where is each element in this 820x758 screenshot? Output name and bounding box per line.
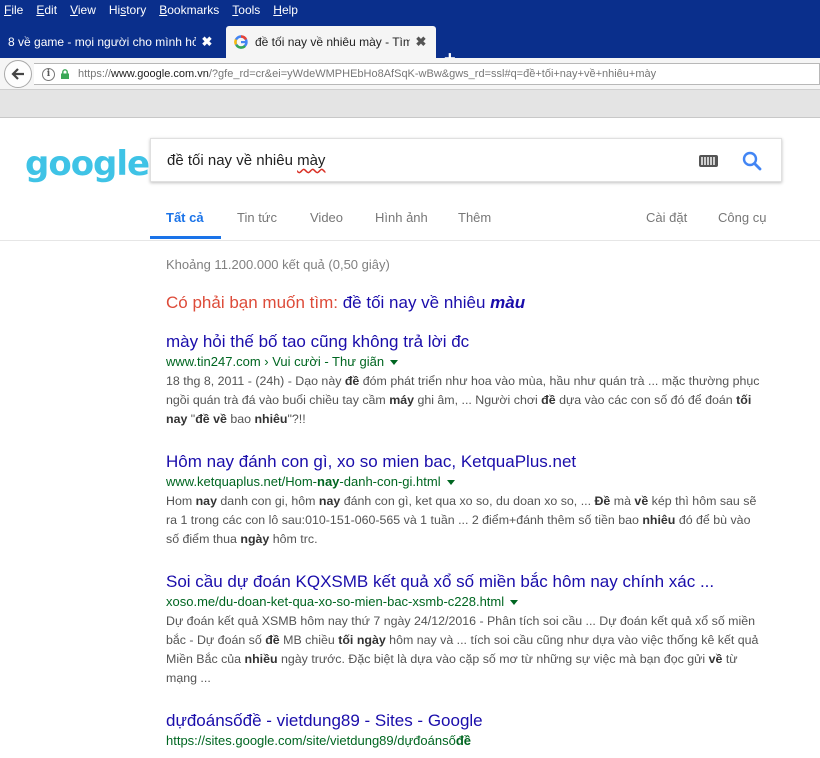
google-logo[interactable]: google <box>25 144 150 184</box>
result-item: mày hỏi thế bố tao cũng không trả lời đc… <box>166 332 776 429</box>
dropdown-caret-icon[interactable] <box>510 600 519 606</box>
did-you-mean-bold-text: màu <box>490 293 526 312</box>
menu-item-label: dit <box>44 3 58 17</box>
tab-tools[interactable]: Công cụ <box>718 210 766 225</box>
menu-item[interactable]: View <box>70 3 96 17</box>
result-item: Hôm nay đánh con gì, xo so mien bac, Ket… <box>166 452 776 549</box>
google-header: google đề tối nay về nhiêu mày Tất cả Ti… <box>0 118 820 241</box>
menu-item-label: H <box>273 3 282 17</box>
url-text: https://www.google.com.vn/?gfe_rd=cr&ei=… <box>78 68 656 80</box>
dropdown-caret-icon[interactable] <box>390 360 399 366</box>
info-icon[interactable]: i <box>42 67 55 81</box>
menu-item[interactable]: Tools <box>232 3 260 17</box>
tab-active-title: đề tối nay về nhiêu mày - Tìm ... <box>255 35 410 49</box>
google-favicon-icon <box>234 35 248 49</box>
menu-item-label: elp <box>281 3 298 17</box>
result-title[interactable]: dựđoánsốđề - vietdung89 - Sites - Google <box>166 711 776 731</box>
menu-item-label: Hi <box>108 3 121 17</box>
navigation-bar: i https://www.google.com.vn/?gfe_rd=cr&e… <box>0 58 820 90</box>
did-you-mean-text: đề tối nay về nhiêu <box>342 293 486 312</box>
result-item: dựđoánsốđề - vietdung89 - Sites - Google… <box>166 711 776 749</box>
result-title[interactable]: Hôm nay đánh con gì, xo so mien bac, Ket… <box>166 452 776 472</box>
result-snippet: Hom nay danh con gi, hôm nay đánh con gì… <box>166 494 757 546</box>
result-url[interactable]: xoso.me/du-doan-ket-qua-xo-so-mien-bac-x… <box>166 593 776 610</box>
tab-close-icon[interactable]: ✖ <box>200 34 214 50</box>
url-path: /?gfe_rd=cr&ei=yWdeWMPHEbHo8AfSqK-wBw&gw… <box>208 68 657 80</box>
search-input[interactable]: đề tối nay về nhiêu mày <box>167 152 325 169</box>
search-tabs: Tất cả Tin tức Video Hình ảnh Thêm Cài đ… <box>150 208 790 240</box>
back-arrow-glyph <box>11 68 24 80</box>
tab-news[interactable]: Tin tức <box>237 210 277 225</box>
menu-item-label: ookmarks <box>167 3 220 17</box>
result-snippet: 18 thg 8, 2011 - (24h) - Dạo này đề đóm … <box>166 374 760 426</box>
menu-item[interactable]: Edit <box>36 3 57 17</box>
result-url[interactable]: https://sites.google.com/site/vietdung89… <box>166 732 776 749</box>
tab-close-icon[interactable]: ✖ <box>414 34 428 50</box>
tab-strip: 8 về game - mọi người cho mình hỏi... ✖ … <box>0 20 820 69</box>
did-you-mean-label: Có phải bạn muốn tìm: <box>166 293 338 312</box>
tab-inactive-title: 8 về game - mọi người cho mình hỏi... <box>8 35 196 49</box>
back-arrow-icon[interactable] <box>4 60 32 88</box>
result-item: Soi cầu dự đoán KQXSMB kết quả xổ số miề… <box>166 572 776 688</box>
tab-inactive[interactable]: 8 về game - mọi người cho mình hỏi... ✖ <box>0 26 222 58</box>
search-query-text: đề tối nay về nhiêu <box>167 152 298 169</box>
menu-item-label: V <box>70 3 78 17</box>
menu-item[interactable]: File <box>4 3 23 17</box>
keyboard-icon[interactable] <box>699 155 718 167</box>
tab-settings[interactable]: Cài đặt <box>646 210 687 225</box>
menu-item-label: tory <box>126 3 147 17</box>
menu-item[interactable]: Help <box>273 3 298 17</box>
tab-video[interactable]: Video <box>310 210 343 225</box>
did-you-mean-link[interactable]: đề tối nay về nhiêu màu <box>343 293 525 312</box>
lock-icon <box>61 69 69 79</box>
result-url-text: www.ketquaplus.net/Hom-nay-danh-con-gi.h… <box>166 474 441 489</box>
did-you-mean: Có phải bạn muốn tìm: đề tối nay về nhiê… <box>166 293 525 313</box>
menu-item-label: iew <box>77 3 96 17</box>
menu-item[interactable]: Bookmarks <box>159 3 219 17</box>
result-snippet: Dự đoán kết quả XSMB hôm nay thứ 7 ngày … <box>166 614 759 685</box>
active-tab-underline <box>150 236 221 239</box>
result-url-text: https://sites.google.com/site/vietdung89… <box>166 733 471 748</box>
url-scheme: https:// <box>78 68 112 80</box>
bookmarks-toolbar <box>0 90 820 118</box>
address-bar[interactable]: i https://www.google.com.vn/?gfe_rd=cr&e… <box>34 63 820 85</box>
menu-item-label: ools <box>238 3 261 17</box>
result-url[interactable]: www.tin247.com › Vui cười - Thư giãn <box>166 353 776 370</box>
result-stats: Khoảng 11.200.000 kết quả (0,50 giây) <box>166 257 390 272</box>
menu-item[interactable]: History <box>109 3 146 17</box>
result-url-text: www.tin247.com › Vui cười - Thư giãn <box>166 354 385 369</box>
result-url-text: xoso.me/du-doan-ket-qua-xo-so-mien-bac-x… <box>166 594 505 609</box>
menu-item-label: ile <box>11 3 24 17</box>
result-title[interactable]: mày hỏi thế bố tao cũng không trả lời đc <box>166 332 776 352</box>
url-host: www.google.com.vn <box>111 68 209 80</box>
search-box[interactable]: đề tối nay về nhiêu mày <box>150 138 782 182</box>
dropdown-caret-icon[interactable] <box>446 480 455 486</box>
result-url[interactable]: www.ketquaplus.net/Hom-nay-danh-con-gi.h… <box>166 473 776 490</box>
search-query-misspelled: mày <box>297 152 326 169</box>
result-title[interactable]: Soi cầu dự đoán KQXSMB kết quả xổ số miề… <box>166 572 776 592</box>
browser-chrome: File Edit View History Bookmarks Tools Help 8 … <box>0 0 820 118</box>
tab-active[interactable]: đề tối nay về nhiêu mày - Tìm ... ✖ <box>226 26 436 58</box>
search-icon[interactable] <box>741 150 763 172</box>
tab-all[interactable]: Tất cả <box>166 210 204 225</box>
tab-images[interactable]: Hình ảnh <box>375 210 428 225</box>
menu-bar: File Edit View History Bookmarks Tools Help <box>0 0 820 20</box>
tab-more[interactable]: Thêm <box>458 210 491 225</box>
